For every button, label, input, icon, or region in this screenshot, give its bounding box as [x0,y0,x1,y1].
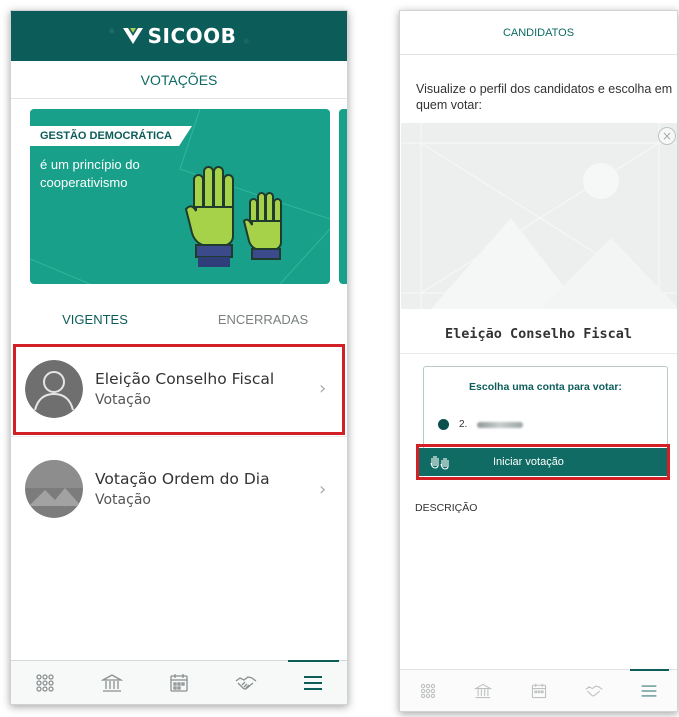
candidate-image [401,123,677,309]
nav-calendar[interactable] [145,661,212,704]
handshake-icon [585,685,603,696]
chevron-right-icon: › [319,478,327,500]
highlight-box [416,444,670,480]
page-title: VOTAÇÕES [11,61,347,99]
nav-grid[interactable] [400,670,455,711]
banner-tag: GESTÃO DEMOCRÁTICA [30,126,192,146]
nav-menu[interactable] [280,660,347,704]
highlight-box [13,344,345,435]
brand-bar: SICOOB [11,11,347,61]
banner-text: é um princípio do cooperativismo [40,157,140,190]
calendar-icon [170,673,188,692]
grid-icon [420,683,435,698]
nav-calendar[interactable] [511,670,566,711]
nav-handshake[interactable] [213,661,280,704]
list-item-subtitle: Votação [95,492,151,508]
page-title: CANDIDATOS [400,11,677,55]
left-phone-screen: SICOOB VOTAÇÕES GESTÃO DEMOCRÁTICA é um … [10,10,348,705]
description-label: DESCRIÇÃO [415,502,478,514]
next-banner-peek[interactable] [339,109,347,284]
calendar-icon [531,683,546,698]
nav-bank[interactable] [78,661,145,704]
account-prompt: Escolha uma conta para votar: [469,381,622,393]
list-item-texts: Votação Ordem do Dia Votação [95,470,319,508]
divider [400,353,677,354]
intro-text: Visualize o perfil dos candidatos e esco… [416,82,673,112]
tab-vigentes[interactable]: VIGENTES [11,299,179,339]
image-avatar-icon [25,460,83,518]
redacted-account-digits [477,421,524,428]
sicoob-logo-icon [122,28,143,44]
candidate-name: Eleição Conselho Fiscal [445,326,632,342]
image-placeholder-icon [401,123,677,309]
sicoob-logo: SICOOB [122,24,237,48]
handshake-icon [235,675,257,690]
raised-hands-icon [184,166,282,267]
bottom-nav [11,660,347,704]
bank-icon [100,673,123,692]
promo-banner[interactable]: GESTÃO DEMOCRÁTICA é um princípio do coo… [30,109,330,284]
close-icon[interactable]: × [658,127,676,145]
brand-name: SICOOB [147,24,237,48]
radio-selected-icon[interactable] [438,419,449,430]
bottom-nav [400,669,677,711]
tab-encerradas[interactable]: ENCERRADAS [179,299,347,339]
nav-grid[interactable] [11,661,78,704]
list-item[interactable]: Votação Ordem do Dia Votação › [11,441,347,537]
list-item-title: Votação Ordem do Dia [95,470,270,488]
grid-icon [35,673,54,692]
account-number: 2. [459,419,468,430]
nav-handshake[interactable] [566,670,621,711]
account-option[interactable]: 2. [438,419,524,430]
bank-icon [474,683,493,698]
menu-icon [304,675,323,690]
nav-menu[interactable] [622,669,677,711]
menu-icon [641,684,657,697]
nav-bank[interactable] [455,670,510,711]
tabs: VIGENTES ENCERRADAS [11,299,347,339]
right-phone-screen: CANDIDATOS Visualize o perfil dos candid… [399,10,678,712]
